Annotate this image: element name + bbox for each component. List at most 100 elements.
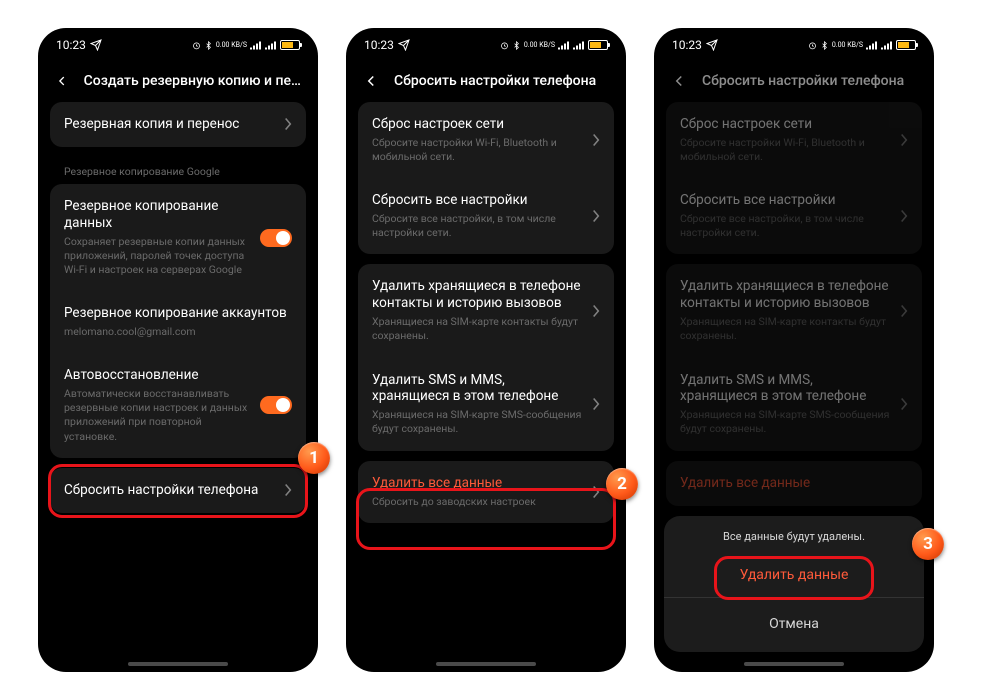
row-reset-all[interactable]: Сбросить все настройки Сбросите все наст… [358, 178, 614, 254]
signal-icon [558, 41, 570, 50]
status-speed: 0.00 KB/S [832, 42, 863, 49]
status-bar: 10:23 0.00 KB/S [38, 28, 318, 62]
row-erase-all[interactable]: Удалить все данные Сбросить до заводских… [358, 461, 614, 523]
battery-icon [896, 40, 916, 50]
status-time: 10:23 [364, 38, 394, 52]
signal-icon [866, 41, 878, 50]
page-title: Сбросить настройки телефона [394, 73, 596, 89]
chevron-right-icon [592, 397, 600, 411]
home-indicator[interactable] [128, 662, 228, 666]
toggle-autorestore[interactable] [260, 396, 292, 414]
chevron-right-icon [284, 117, 292, 131]
status-bar: 10:23 0.00 KB/S [654, 28, 934, 62]
row-reset-network[interactable]: Сброс настроек сети Сбросите настройки W… [358, 102, 614, 178]
row-erase-contacts[interactable]: Удалить хранящиеся в телефоне контакты и… [666, 264, 922, 357]
row-sublabel: Хранящиеся на SIM-карте контакты будут с… [680, 315, 890, 343]
chevron-right-icon [284, 483, 292, 497]
alarm-icon [500, 41, 509, 50]
chevron-right-icon [592, 485, 600, 499]
screen-header: Сбросить настройки телефона [654, 62, 934, 102]
row-erase-all[interactable]: Удалить все данные [666, 461, 922, 506]
signal-icon [250, 41, 262, 50]
chevron-right-icon [900, 304, 908, 318]
back-icon[interactable] [362, 72, 380, 90]
row-autorestore[interactable]: Автовосстановление Автоматически восстан… [50, 353, 306, 458]
row-erase-sms[interactable]: Удалить SMS и MMS, хранящиеся в этом тел… [358, 358, 614, 451]
row-sublabel: Хранящиеся на SIM-карте SMS-сообщения бу… [680, 408, 890, 436]
bt-icon [512, 41, 521, 50]
row-sublabel: Автоматически восстанавливать резервные … [64, 387, 250, 444]
settings-list: Резервная копия и перенос Резервное копи… [38, 102, 318, 513]
confirm-sheet: Все данные будут удалены. Удалить данные… [664, 516, 924, 652]
phone-screen-3: 10:23 0.00 KB/S Сбросить настройки телеф… [654, 28, 934, 672]
status-speed: 0.00 KB/S [216, 42, 247, 49]
telegram-icon [706, 39, 718, 51]
row-label: Сброс настроек сети [680, 116, 890, 133]
toggle-data-backup[interactable] [260, 229, 292, 247]
screen-header: Сбросить настройки телефона [346, 62, 626, 102]
row-sublabel: Сбросите настройки Wi-Fi, Bluetooth и мо… [680, 136, 890, 164]
row-label: Удалить хранящиеся в телефоне контакты и… [372, 278, 582, 312]
section-label: Резервное копирование Google [50, 157, 306, 184]
row-label: Удалить все данные [372, 475, 582, 492]
row-reset-network[interactable]: Сброс настроек сети Сбросите настройки W… [666, 102, 922, 178]
row-label: Удалить хранящиеся в телефоне контакты и… [680, 278, 890, 312]
alarm-icon [192, 41, 201, 50]
row-label: Удалить все данные [680, 475, 908, 492]
row-sublabel: Сбросите все настройки, в том числе наст… [372, 212, 582, 240]
alarm-icon [808, 41, 817, 50]
telegram-icon [398, 39, 410, 51]
chevron-right-icon [900, 209, 908, 223]
row-sublabel: Хранящиеся на SIM-карте SMS-сообщения бу… [372, 408, 582, 436]
chevron-right-icon [592, 133, 600, 147]
screen-header: Создать резервную копию и перезаг.. [38, 62, 318, 102]
signal-icon [881, 41, 893, 50]
settings-list: Сброс настроек сети Сбросите настройки W… [654, 102, 934, 506]
phone-screen-2: 10:23 0.00 KB/S Сбросить настройки телеф… [346, 28, 626, 672]
sheet-message: Все данные будут удалены. [664, 530, 924, 553]
battery-icon [588, 40, 608, 50]
row-label: Удалить SMS и MMS, хранящиеся в этом тел… [372, 372, 582, 406]
signal-icon [573, 41, 585, 50]
row-label: Сбросить все настройки [680, 192, 890, 209]
row-label: Удалить SMS и MMS, хранящиеся в этом тел… [680, 372, 890, 406]
telegram-icon [90, 39, 102, 51]
row-data-backup[interactable]: Резервное копирование данных Сохраняет р… [50, 184, 306, 291]
row-erase-sms[interactable]: Удалить SMS и MMS, хранящиеся в этом тел… [666, 358, 922, 451]
back-icon[interactable] [670, 72, 688, 90]
settings-list: Сброс настроек сети Сбросите настройки W… [346, 102, 626, 523]
home-indicator[interactable] [744, 662, 844, 666]
row-backup-transfer[interactable]: Резервная копия и перенос [50, 102, 306, 147]
phone-screen-1: 10:23 0.00 KB/S Создать резервную копию … [38, 28, 318, 672]
home-indicator[interactable] [436, 662, 536, 666]
cancel-button[interactable]: Отмена [664, 602, 924, 646]
chevron-right-icon [900, 133, 908, 147]
page-title: Сбросить настройки телефона [702, 73, 904, 89]
row-label: Сбросить настройки телефона [64, 482, 274, 499]
row-erase-contacts[interactable]: Удалить хранящиеся в телефоне контакты и… [358, 264, 614, 357]
row-label: Резервное копирование аккаунтов [64, 305, 292, 322]
bt-icon [820, 41, 829, 50]
chevron-right-icon [900, 397, 908, 411]
row-reset-phone[interactable]: Сбросить настройки телефона [50, 468, 306, 513]
row-sublabel: Сохраняет резервные копии данных приложе… [64, 235, 250, 278]
status-time: 10:23 [672, 38, 702, 52]
row-sublabel: Хранящиеся на SIM-карте контакты будут с… [372, 315, 582, 343]
status-speed: 0.00 KB/S [524, 42, 555, 49]
row-sublabel: Сбросите настройки Wi-Fi, Bluetooth и мо… [372, 136, 582, 164]
row-sublabel: melomano.cool@gmail.com [64, 325, 292, 339]
row-label: Сброс настроек сети [372, 116, 582, 133]
row-sublabel: Сбросить до заводских настроек [372, 495, 582, 509]
confirm-erase-button[interactable]: Удалить данные [664, 553, 924, 598]
row-label: Автовосстановление [64, 367, 250, 384]
chevron-right-icon [592, 209, 600, 223]
bt-icon [204, 41, 213, 50]
row-account-backup[interactable]: Резервное копирование аккаунтов melomano… [50, 291, 306, 353]
battery-icon [280, 40, 300, 50]
status-time: 10:23 [56, 38, 86, 52]
row-label: Резервная копия и перенос [64, 116, 274, 133]
chevron-right-icon [592, 304, 600, 318]
back-icon[interactable] [54, 72, 70, 90]
row-reset-all[interactable]: Сбросить все настройки Сбросите все наст… [666, 178, 922, 254]
row-sublabel: Сбросите все настройки, в том числе наст… [680, 212, 890, 240]
